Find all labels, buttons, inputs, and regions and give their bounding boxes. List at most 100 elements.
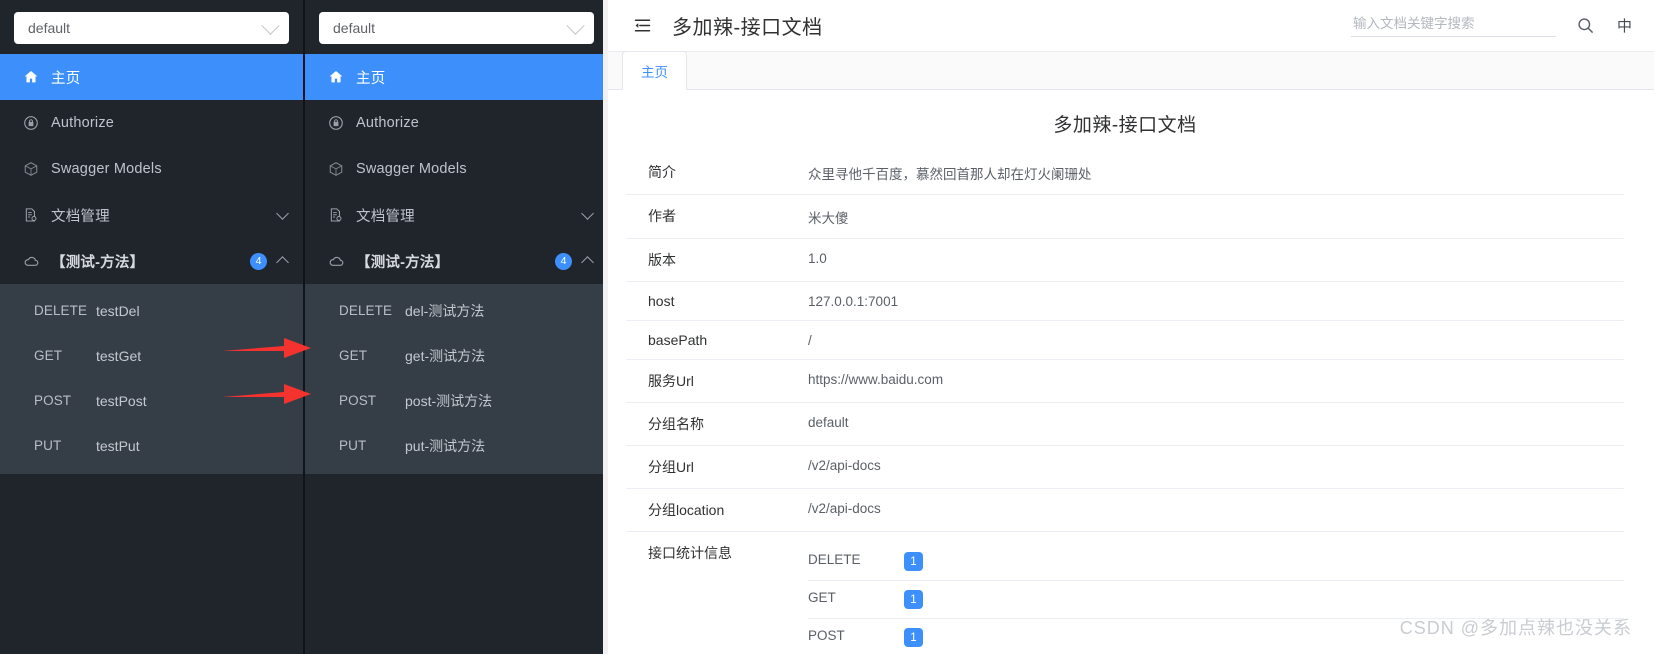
main-content-area: 多加辣-接口文档 中 主页 多加辣-接口文档 简介 众里寻他千百 xyxy=(608,0,1654,654)
cloud-icon xyxy=(22,252,40,270)
sidebar-item-label: 主页 xyxy=(356,70,386,87)
row-key: 分组location xyxy=(648,502,725,518)
api-name-label: testPost xyxy=(96,392,147,409)
sidebar-item-label: 文档管理 xyxy=(51,208,110,225)
count-badge: 1 xyxy=(904,590,923,609)
row-value: /v2/api-docs xyxy=(808,458,881,473)
chevron-down-icon xyxy=(276,207,289,220)
search-box xyxy=(1350,14,1560,37)
count-badge: 1 xyxy=(904,552,923,571)
cloud-icon xyxy=(327,252,345,270)
row-key: 服务Url xyxy=(648,373,694,389)
row-key: 分组名称 xyxy=(648,416,704,432)
list-item[interactable]: DELETE testDel xyxy=(0,288,303,333)
table-row: 服务Url https://www.baidu.com xyxy=(626,360,1624,403)
row-value: https://www.baidu.com xyxy=(808,372,944,387)
chevron-up-icon xyxy=(276,256,289,269)
list-item[interactable]: PUT testPut xyxy=(0,423,303,468)
row-key: basePath xyxy=(648,332,708,348)
tab-bar: 主页 xyxy=(608,51,1654,90)
lock-icon xyxy=(22,114,40,132)
api-name-label: get-测试方法 xyxy=(405,347,486,364)
http-method-label: PUT xyxy=(34,438,62,453)
sidebar-item-swagger-models-2[interactable]: Swagger Models xyxy=(305,146,608,192)
sidebar-item-home-1[interactable]: 主页 xyxy=(0,54,303,100)
sidebar-item-document-management-2[interactable]: 文档管理 xyxy=(305,192,608,238)
row-value: 米大傻 xyxy=(808,211,849,226)
group-select-value-1: default xyxy=(28,20,71,36)
row-key: 简介 xyxy=(648,164,676,180)
search-icon[interactable] xyxy=(1576,16,1595,35)
table-row: 版本 1.0 xyxy=(626,239,1624,282)
row-key: host xyxy=(648,293,675,309)
collapse-menu-icon[interactable] xyxy=(632,15,654,37)
count-badge: 1 xyxy=(904,628,923,647)
api-name-label: put-测试方法 xyxy=(405,437,486,454)
http-method-label: DELETE xyxy=(34,303,88,318)
group-select-2[interactable]: default xyxy=(319,12,594,44)
group-select-1[interactable]: default xyxy=(14,12,289,44)
http-method-label: DELETE xyxy=(808,552,861,567)
status-badge: 4 xyxy=(250,252,267,270)
table-row: 分组Url /v2/api-docs xyxy=(626,446,1624,489)
sidebar-item-label: Authorize xyxy=(356,115,420,131)
list-item[interactable]: POST post-测试方法 xyxy=(305,378,608,423)
sidebar-item-home-2[interactable]: 主页 xyxy=(305,54,608,100)
http-method-label: POST xyxy=(34,393,72,408)
http-method-label: GET xyxy=(339,348,368,363)
http-method-label: POST xyxy=(339,393,377,408)
sidebar-item-test-methods-1[interactable]: 【测试-方法】 4 xyxy=(0,238,303,284)
table-row: DELETE 1 xyxy=(808,543,1624,581)
chevron-down-icon xyxy=(261,15,280,35)
cube-icon xyxy=(22,160,40,178)
api-name-label: del-测试方法 xyxy=(405,302,485,319)
api-name-label: testPut xyxy=(96,437,140,454)
sidebar-panel-1: default 主页 Authorize Swagger Models 文档管理… xyxy=(0,0,303,654)
list-item[interactable]: GET get-测试方法 xyxy=(305,333,608,378)
sidebar-item-label: 主页 xyxy=(51,70,81,87)
chevron-up-icon xyxy=(581,256,594,269)
watermark: CSDN @多加点辣也没关系 xyxy=(1399,618,1632,638)
http-method-label: PUT xyxy=(339,438,367,453)
content-title: 多加辣-接口文档 xyxy=(1053,115,1197,136)
list-item[interactable]: POST testPost xyxy=(0,378,303,423)
stat-count-cell: 1 xyxy=(904,581,1624,619)
search-input[interactable] xyxy=(1350,14,1560,32)
row-value: 1.0 xyxy=(808,251,827,266)
chevron-down-icon xyxy=(566,15,585,35)
sidebar-item-swagger-models-1[interactable]: Swagger Models xyxy=(0,146,303,192)
list-item[interactable]: PUT put-测试方法 xyxy=(305,423,608,468)
status-badge: 4 xyxy=(555,252,572,270)
sidebar-item-authorize-2[interactable]: Authorize xyxy=(305,100,608,146)
sidebar-item-document-management-1[interactable]: 文档管理 xyxy=(0,192,303,238)
sidebar-item-label: 【测试-方法】 xyxy=(356,254,450,271)
sidebar-item-label: Swagger Models xyxy=(51,161,162,177)
table-row: 作者 米大傻 xyxy=(626,195,1624,239)
http-method-label: POST xyxy=(808,628,845,643)
language-toggle[interactable]: 中 xyxy=(1613,15,1636,36)
page-title: 多加辣-接口文档 xyxy=(672,17,823,39)
sidebar-submenu-1: DELETE testDel GET testGet POST testPost… xyxy=(0,284,303,474)
group-select-wrapper-1: default xyxy=(0,0,303,54)
group-select-wrapper-2: default xyxy=(305,0,608,54)
list-item[interactable]: DELETE del-测试方法 xyxy=(305,288,608,333)
api-name-label: post-测试方法 xyxy=(405,392,493,409)
top-bar: 多加辣-接口文档 中 xyxy=(608,0,1654,52)
stat-count-cell: 1 xyxy=(904,543,1624,581)
home-icon xyxy=(327,68,345,86)
application-root: default 主页 Authorize Swagger Models 文档管理… xyxy=(0,0,1654,654)
sidebar-menu-2: 主页 Authorize Swagger Models 文档管理 【测试-方法】… xyxy=(305,54,608,474)
api-name-label: testDel xyxy=(96,302,140,319)
table-row: 分组location /v2/api-docs xyxy=(626,489,1624,532)
list-item[interactable]: GET testGet xyxy=(0,333,303,378)
sidebar-submenu-2: DELETE del-测试方法 GET get-测试方法 POST post-测… xyxy=(305,284,608,474)
tab-home[interactable]: 主页 xyxy=(622,51,687,90)
sidebar-item-label: 【测试-方法】 xyxy=(51,254,145,271)
table-row: basePath / xyxy=(626,321,1624,360)
sidebar-item-authorize-1[interactable]: Authorize xyxy=(0,100,303,146)
row-value: /v2/api-docs xyxy=(808,501,881,516)
api-name-label: testGet xyxy=(96,347,142,364)
home-icon xyxy=(22,68,40,86)
sidebar-item-test-methods-2[interactable]: 【测试-方法】 4 xyxy=(305,238,608,284)
sidebar-panel-2: default 主页 Authorize Swagger Models 文档管理… xyxy=(303,0,608,654)
